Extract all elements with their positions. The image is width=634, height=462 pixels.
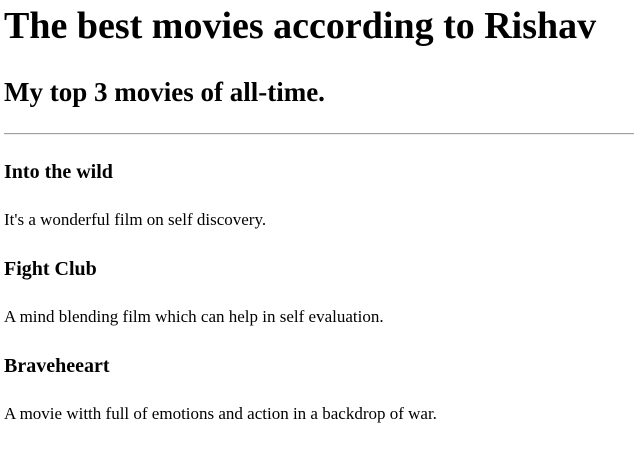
page-subtitle: My top 3 movies of all-time. [4,77,325,107]
page: The best movies according to Rishav My t… [0,0,634,462]
movie-description: A movie witth full of emotions and actio… [4,404,437,423]
movie-description: A mind blending film which can help in s… [4,307,384,326]
divider [4,133,634,135]
movie-title: Into the wild [4,161,113,183]
movie-title: Fight Club [4,258,97,280]
movie-title: Braveheeart [4,355,110,377]
movie-description: It's a wonderful film on self discovery. [4,210,267,229]
page-title: The best movies according to Rishav [4,5,597,47]
